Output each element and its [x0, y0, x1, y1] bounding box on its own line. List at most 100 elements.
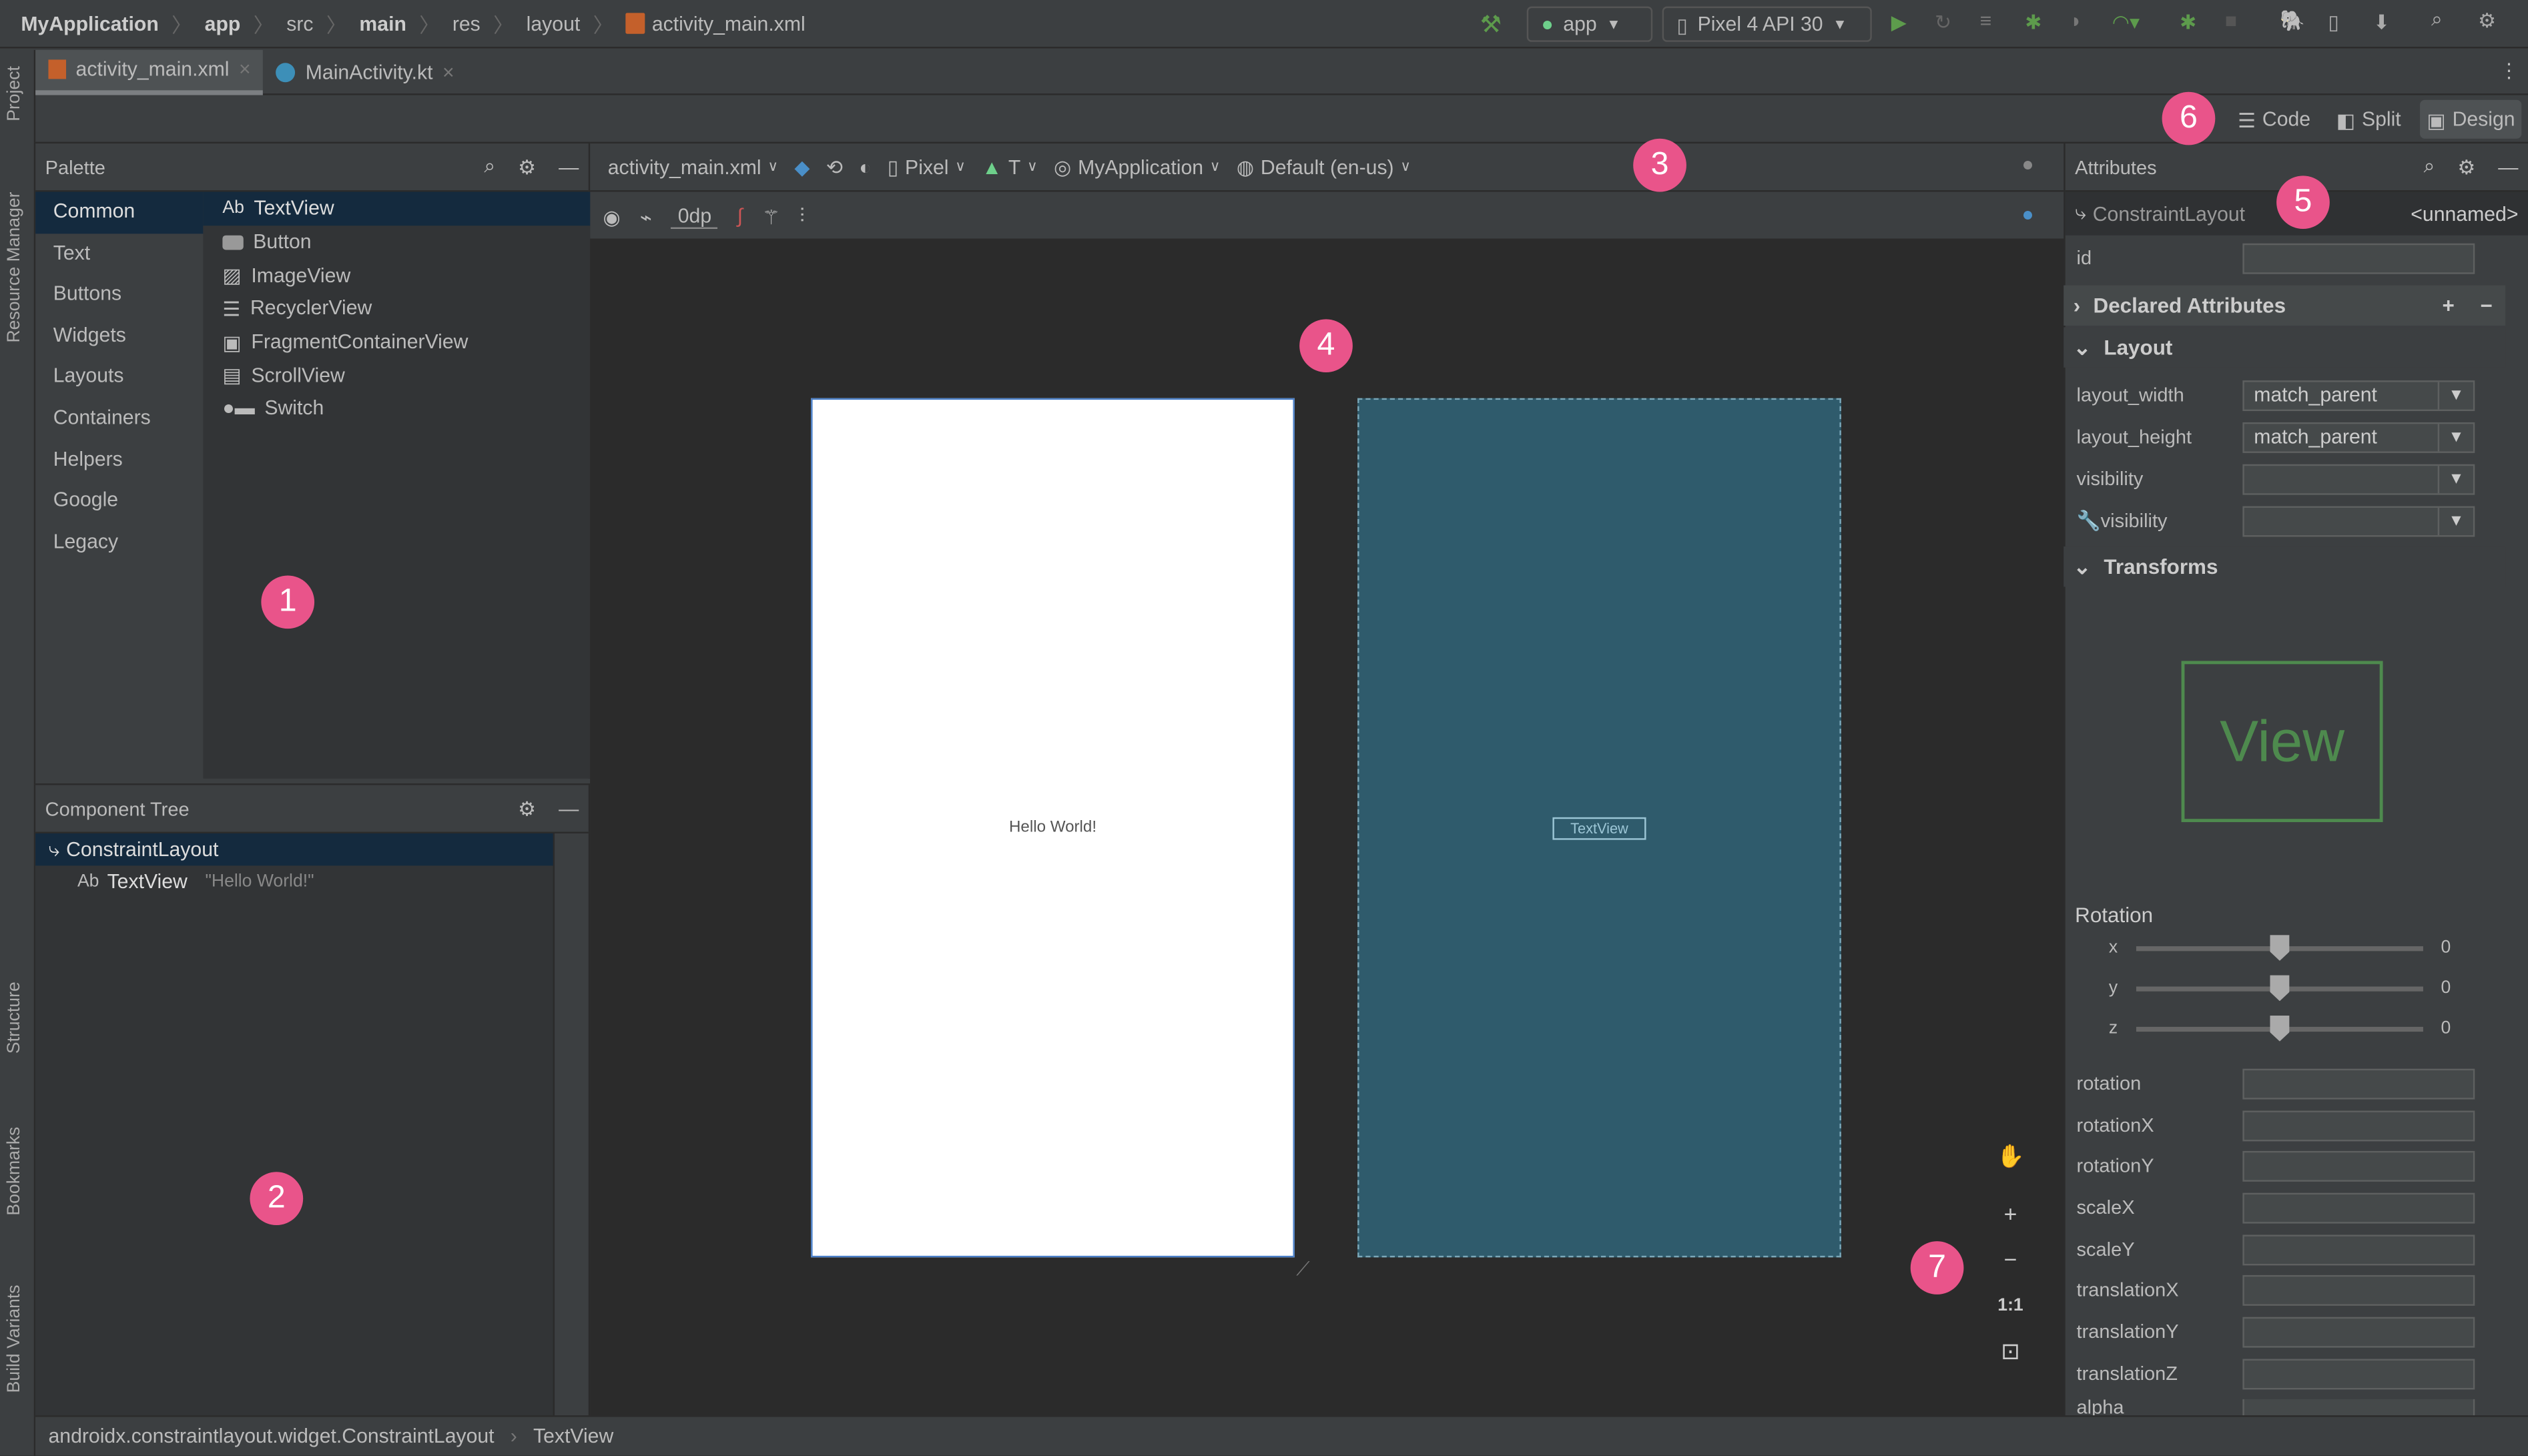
palette-item-scrollview[interactable]: ▤ ScrollView: [203, 358, 590, 392]
rotationx-input[interactable]: [2242, 1110, 2475, 1141]
visibility-dropdown[interactable]: ▼: [2242, 463, 2475, 494]
tree-item-textview[interactable]: Ab TextView "Hello World!": [35, 865, 553, 897]
palette-item-recyclerview[interactable]: ☰ RecyclerView: [203, 292, 590, 325]
layout-height-dropdown[interactable]: match_parent ▼: [2242, 421, 2475, 452]
scaley-input[interactable]: [2242, 1234, 2475, 1265]
breadcrumb-item[interactable]: app: [205, 12, 241, 35]
device-dropdown[interactable]: ▯ Pixel 4 API 30 ▼: [1662, 6, 1872, 42]
design-view-button[interactable]: ▣ Design: [2420, 99, 2522, 139]
help-icon[interactable]: ●: [2021, 203, 2033, 226]
minimize-icon[interactable]: —: [559, 797, 579, 820]
layout-section[interactable]: ⌄ Layout: [2064, 327, 2506, 368]
gear-icon[interactable]: ⚙: [518, 155, 536, 179]
palette-item-imageview[interactable]: ▨ ImageView: [203, 258, 590, 292]
close-icon[interactable]: ×: [442, 61, 454, 83]
scalex-input[interactable]: [2242, 1192, 2475, 1223]
search-icon[interactable]: ⌕: [2424, 155, 2435, 179]
breadcrumb-item[interactable]: res: [452, 12, 481, 35]
code-view-button[interactable]: ☰ Code: [2231, 107, 2316, 131]
design-preview[interactable]: Hello World!: [811, 398, 1295, 1258]
apply-changes-icon[interactable]: ↻: [1935, 9, 1951, 34]
textview-blueprint[interactable]: TextView: [1552, 816, 1646, 839]
category-layouts[interactable]: Layouts: [35, 357, 203, 398]
infer-constraints-icon[interactable]: ⚚: [762, 204, 780, 228]
palette-item-button[interactable]: Button: [203, 225, 590, 258]
night-mode-icon[interactable]: ◐: [859, 155, 871, 178]
palette-item-fragmentcontainerview[interactable]: ▣ FragmentContainerView: [203, 325, 590, 358]
attributes-scrollbar[interactable]: [2505, 234, 2528, 1415]
locale-dropdown[interactable]: ◍ Default (en-us) ∨: [1237, 155, 1411, 179]
gear-icon[interactable]: ⚙: [2457, 155, 2475, 179]
attach-debugger-icon[interactable]: ✱: [2180, 9, 2196, 34]
category-google[interactable]: Google: [35, 480, 203, 522]
category-widgets[interactable]: Widgets: [35, 316, 203, 357]
hello-world-text[interactable]: Hello World!: [1009, 819, 1096, 837]
minimize-icon[interactable]: —: [2498, 155, 2518, 178]
autoconnect-icon[interactable]: ⌁: [640, 204, 652, 228]
rotation-input[interactable]: [2242, 1068, 2475, 1099]
status-path-item[interactable]: TextView: [533, 1425, 613, 1448]
rotationy-input[interactable]: [2242, 1150, 2475, 1181]
breadcrumb-item[interactable]: main: [359, 12, 406, 35]
id-input[interactable]: [2242, 242, 2475, 274]
orientation-icon[interactable]: ⟲: [826, 155, 843, 179]
declared-attributes-section[interactable]: › Declared Attributes + −: [2064, 285, 2506, 326]
run-config-dropdown[interactable]: ● app ▼: [1526, 6, 1653, 42]
bookmarks-tool-button[interactable]: Bookmarks: [5, 1127, 24, 1216]
device-manager-icon[interactable]: ▯: [2328, 9, 2339, 34]
category-containers[interactable]: Containers: [35, 398, 203, 440]
alpha-input[interactable]: [2242, 1399, 2475, 1416]
tree-item-constraintlayout[interactable]: ⤷ ConstraintLayout: [35, 833, 553, 866]
gear-icon[interactable]: ⚙: [2478, 8, 2496, 32]
remove-attribute-icon[interactable]: −: [2480, 294, 2492, 318]
palette-item-switch[interactable]: ●▬ Switch: [203, 392, 590, 425]
pan-hand-icon[interactable]: ✋: [1993, 1143, 2028, 1182]
hammer-build-icon[interactable]: ⚒: [1480, 9, 1502, 39]
zoom-actual-size-button[interactable]: 1:1: [1993, 1296, 2028, 1335]
palette-item-textview[interactable]: Ab TextView: [203, 192, 591, 226]
apply-code-changes-icon[interactable]: ≡: [1980, 9, 1992, 32]
default-margin-dropdown[interactable]: 0dp: [671, 204, 718, 228]
category-buttons[interactable]: Buttons: [35, 274, 203, 316]
profile-icon[interactable]: ◗: [2070, 9, 2082, 32]
coverage-icon[interactable]: ◠▾: [2112, 9, 2140, 34]
eye-view-options-icon[interactable]: ◉: [603, 204, 621, 228]
category-helpers[interactable]: Helpers: [35, 439, 203, 480]
tab-mainactivity-kt[interactable]: MainActivity.kt ×: [264, 49, 467, 95]
design-surface-icon[interactable]: ◆: [794, 155, 810, 179]
project-tool-button[interactable]: Project: [5, 66, 24, 121]
breadcrumb-item[interactable]: layout: [527, 12, 581, 35]
device-dropdown[interactable]: ▯ Pixel ∨: [888, 155, 966, 179]
breadcrumb-item[interactable]: activity_main.xml: [652, 12, 806, 35]
close-icon[interactable]: ×: [239, 58, 251, 81]
minimize-icon[interactable]: —: [559, 155, 579, 178]
clear-constraints-icon[interactable]: ∫: [737, 205, 743, 228]
breadcrumb-item[interactable]: src: [286, 12, 313, 35]
translationz-input[interactable]: [2242, 1358, 2475, 1389]
search-icon[interactable]: ⌕: [484, 155, 495, 179]
guidelines-icon[interactable]: ⫶: [800, 204, 805, 228]
resource-manager-tool-button[interactable]: Resource Manager: [5, 192, 24, 342]
translationy-input[interactable]: [2242, 1316, 2475, 1347]
tools-visibility-dropdown[interactable]: ▼: [2242, 505, 2475, 536]
build-variants-tool-button[interactable]: Build Variants: [5, 1285, 24, 1393]
stop-icon[interactable]: ■: [2225, 9, 2237, 32]
api-level-dropdown[interactable]: ▲ T ∨: [982, 155, 1038, 178]
category-text[interactable]: Text: [35, 233, 203, 274]
search-icon[interactable]: ⌕: [2431, 8, 2443, 32]
category-legacy[interactable]: Legacy: [35, 522, 203, 563]
gear-icon[interactable]: ⚙: [518, 796, 536, 821]
sdk-manager-icon[interactable]: ⬇: [2373, 9, 2390, 34]
split-view-button[interactable]: ◧ Split: [2330, 107, 2407, 131]
structure-tool-button[interactable]: Structure: [5, 982, 24, 1054]
layout-file-dropdown[interactable]: activity_main.xml ∨: [608, 155, 779, 178]
zoom-in-button[interactable]: +: [1993, 1201, 2028, 1240]
zoom-to-fit-button[interactable]: ⊡: [1993, 1338, 2028, 1377]
blueprint-preview[interactable]: TextView: [1357, 398, 1841, 1258]
more-options-icon[interactable]: ⋮: [2499, 58, 2519, 82]
theme-dropdown[interactable]: ◎ MyApplication ∨: [1054, 155, 1221, 179]
run-icon[interactable]: ▶: [1891, 9, 1907, 34]
add-attribute-icon[interactable]: +: [2442, 294, 2454, 318]
layout-width-dropdown[interactable]: match_parent ▼: [2242, 379, 2475, 410]
warning-icon[interactable]: ●: [2021, 153, 2033, 176]
